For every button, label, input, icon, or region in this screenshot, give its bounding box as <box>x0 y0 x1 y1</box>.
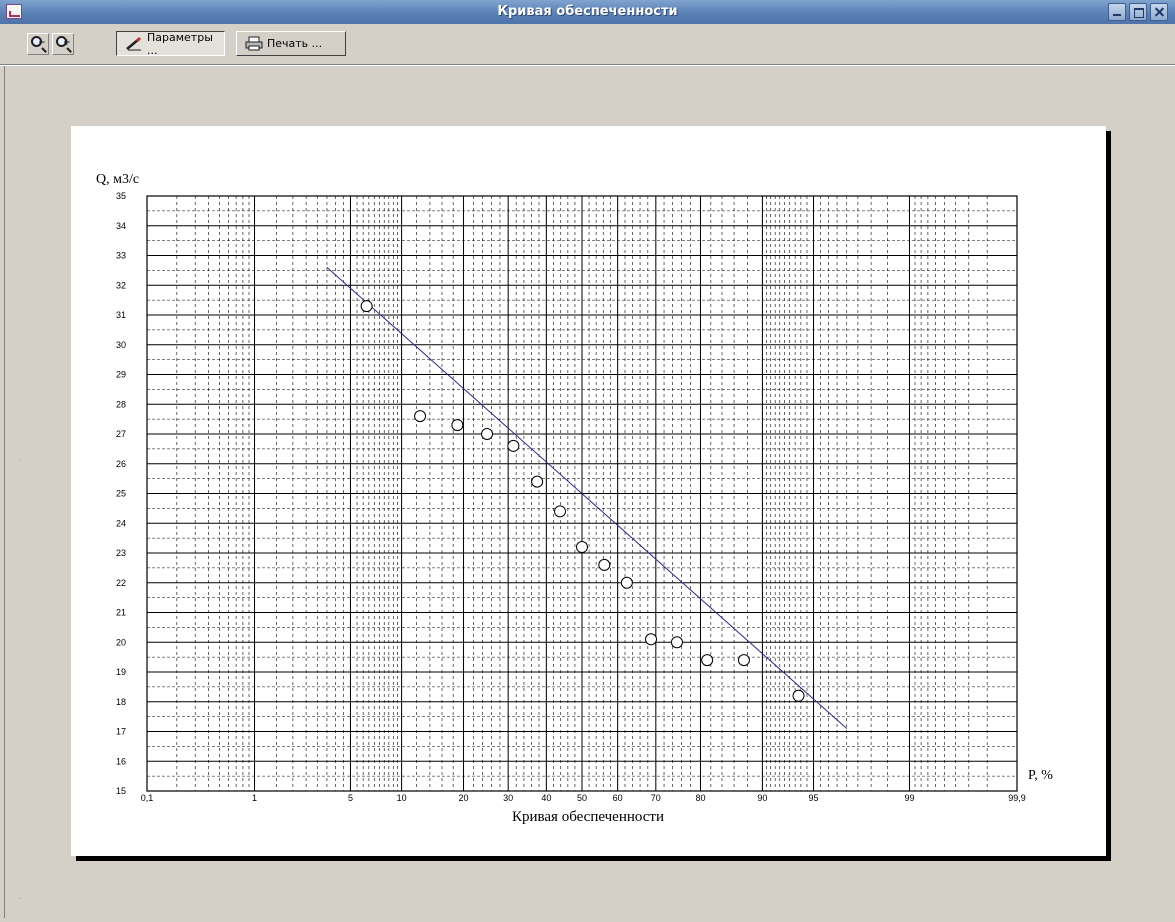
x-tick-label: 40 <box>541 793 551 803</box>
data-point <box>451 419 464 432</box>
x-tick-label: 90 <box>757 793 767 803</box>
data-point <box>507 439 520 452</box>
pencil-icon <box>126 36 142 51</box>
data-point <box>481 428 494 440</box>
y-tick-label: 22 <box>116 578 126 588</box>
data-points <box>360 300 805 702</box>
data-point <box>598 558 611 571</box>
data-point <box>701 654 714 667</box>
y-tick-label: 19 <box>116 667 126 677</box>
printer-icon <box>245 36 263 51</box>
title-bar: Кривая обеспеченности <box>0 0 1175 25</box>
y-tick-label: 28 <box>116 399 126 409</box>
x-tick-label: 70 <box>651 793 661 803</box>
x-tick-label: 1 <box>252 793 257 803</box>
y-tick-label: 30 <box>116 340 126 350</box>
data-point <box>360 300 373 313</box>
parameters-label: Параметры ... <box>147 30 213 57</box>
stray-pixel <box>20 459 21 460</box>
data-point <box>531 475 544 488</box>
data-point <box>670 636 683 649</box>
y-tick-label: 23 <box>116 548 126 558</box>
minimize-button[interactable] <box>1108 3 1126 21</box>
y-tick-label: 20 <box>116 637 126 647</box>
y-tick-label: 33 <box>116 251 126 261</box>
x-axis-label: P, % <box>1028 768 1053 783</box>
close-button[interactable] <box>1150 3 1168 21</box>
y-tick-label: 15 <box>116 786 126 796</box>
x-tick-label: 80 <box>695 793 705 803</box>
x-tick-label: 10 <box>397 793 407 803</box>
zoom-out-icon: − <box>31 36 46 48</box>
x-tick-label: 0,1 <box>141 793 154 803</box>
y-tick-label: 29 <box>116 370 126 380</box>
y-tick-label: 17 <box>116 727 126 737</box>
y-tick-label: 25 <box>116 489 126 499</box>
parameters-button[interactable]: Параметры ... <box>116 30 225 57</box>
print-button[interactable]: Печать ... <box>236 31 346 56</box>
chart-title: Кривая обеспеченности <box>512 809 664 825</box>
chart-paper: 15 16 17 18 19 20 21 22 23 24 25 26 27 28 29 30 31 32 33 34… <box>71 126 1106 856</box>
x-tick-label: 50 <box>577 793 587 803</box>
x-tick-label: 20 <box>459 793 469 803</box>
y-tick-labels: 15 16 17 18 19 20 21 22 23 24 25 26 27 28 29 30 31 32 33 34… <box>116 191 126 796</box>
data-point <box>554 505 567 518</box>
y-tick-label: 26 <box>116 459 126 469</box>
x-tick-label: 5 <box>348 793 353 803</box>
y-tick-label: 31 <box>116 310 126 320</box>
x-tick-label: 30 <box>503 793 513 803</box>
data-point <box>414 410 427 423</box>
x-tick-label: 95 <box>809 793 819 803</box>
y-tick-label: 24 <box>116 518 126 528</box>
y-tick-label: 34 <box>116 221 126 231</box>
y-tick-label: 32 <box>116 280 126 290</box>
toolbar: − + Параметры ... Печать ... <box>0 24 1175 64</box>
zoom-in-icon: + <box>56 36 71 48</box>
data-point <box>792 689 805 702</box>
data-point <box>620 576 633 589</box>
fit-line <box>326 267 848 729</box>
data-point <box>576 541 588 554</box>
x-tick-label: 99,9 <box>1008 793 1026 803</box>
data-point <box>737 654 750 667</box>
y-tick-label: 27 <box>116 429 126 439</box>
x-tick-labels: 0,1 1 5 10 20 30 40 50 60 70 80 90 95 99 99,9 <box>141 793 1026 803</box>
probability-chart: 1516171819202122232425262728293031323334… <box>96 172 1053 825</box>
x-tick-label: 99 <box>904 793 914 803</box>
y-tick-label: 18 <box>116 697 126 707</box>
zoom-in-button[interactable]: + <box>52 33 74 55</box>
y-axis-label: Q, м3/с <box>96 172 139 187</box>
y-tick-label: 16 <box>116 756 126 766</box>
data-point <box>645 633 658 646</box>
window-title: Кривая обеспеченности <box>497 4 678 19</box>
y-tick-label: 35 <box>116 191 126 201</box>
zoom-out-button[interactable]: − <box>27 33 49 55</box>
stray-pixel <box>20 898 21 899</box>
print-label: Печать ... <box>267 37 323 50</box>
maximize-button[interactable] <box>1129 3 1147 21</box>
x-tick-label: 60 <box>613 793 623 803</box>
y-tick-label: 21 <box>116 608 126 618</box>
